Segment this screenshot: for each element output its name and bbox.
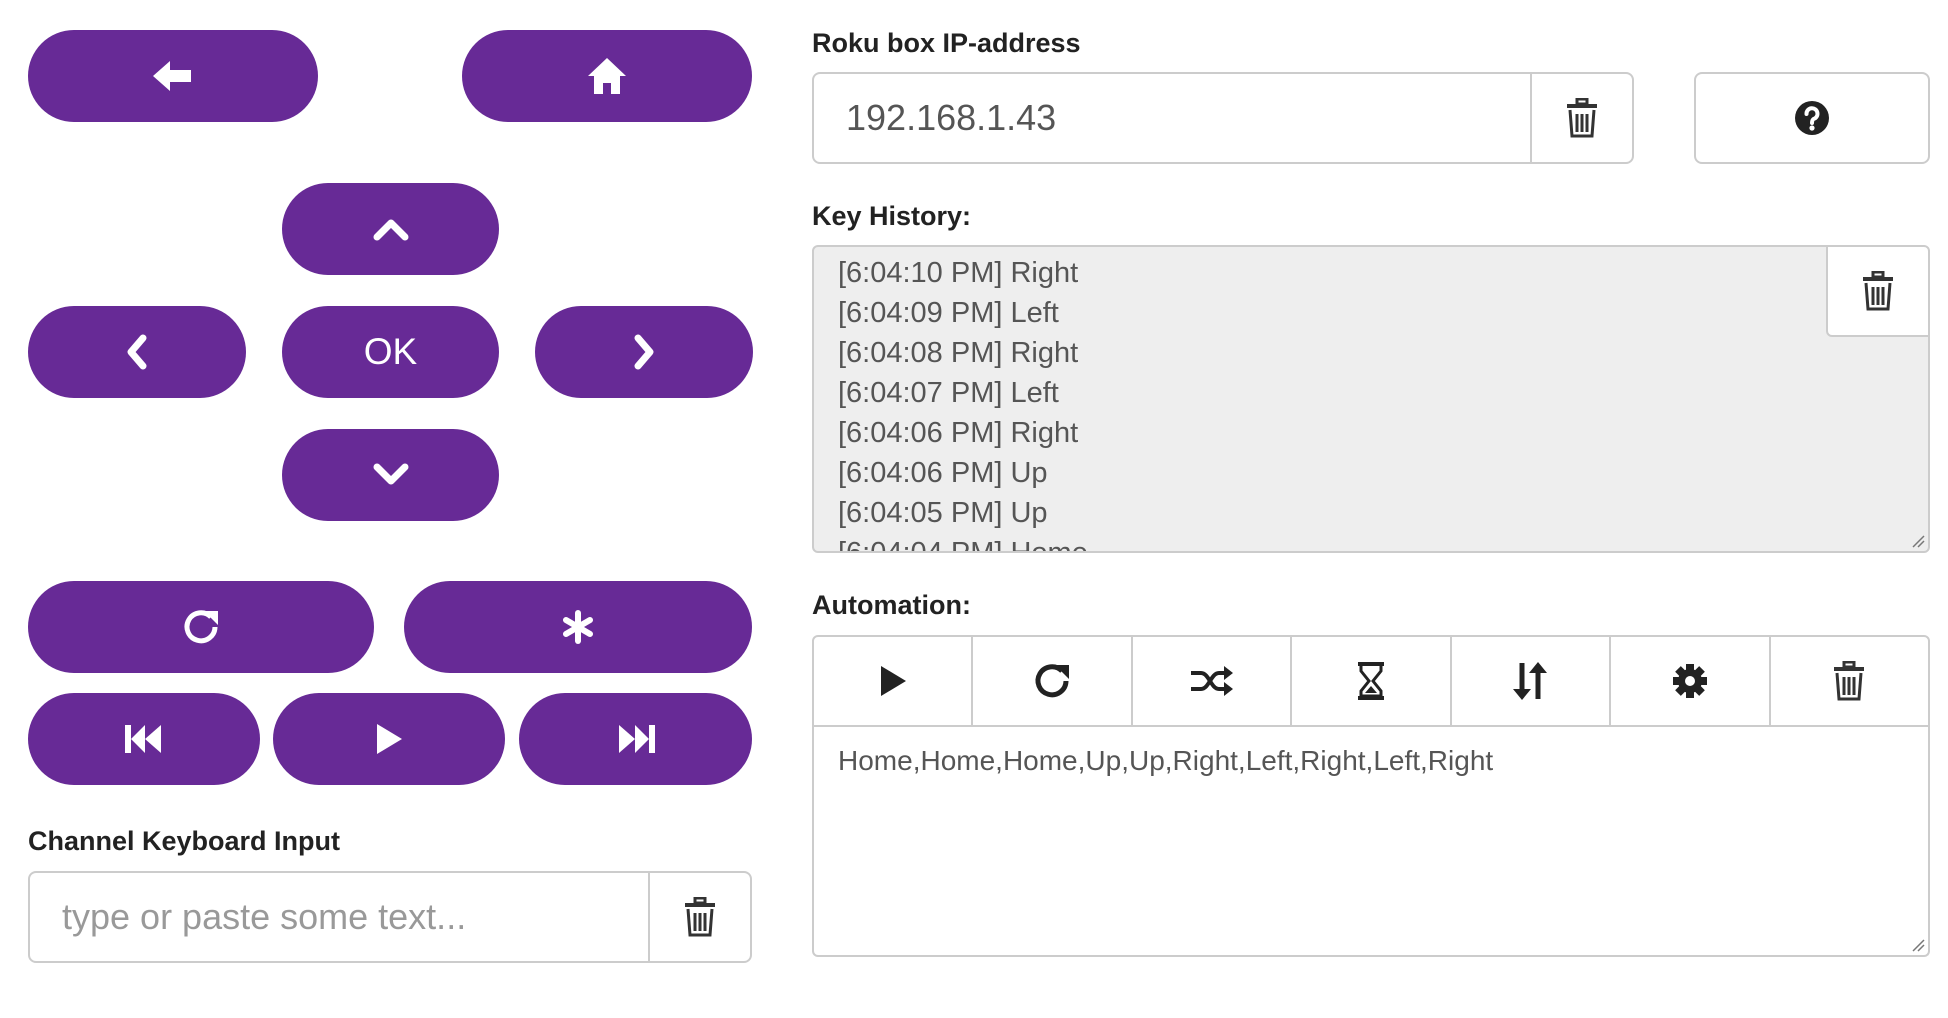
ok-button[interactable]: OK <box>282 306 499 398</box>
automation-delay-button[interactable] <box>1292 637 1452 725</box>
ip-input-group: 192.168.1.43 <box>812 72 1634 164</box>
history-list: [6:04:10 PM] Right [6:04:09 PM] Left [6:… <box>838 253 1088 553</box>
automation-script-text: Home,Home,Home,Up,Up,Right,Left,Right,Le… <box>838 745 1494 776</box>
play-icon <box>880 666 906 696</box>
home-icon <box>588 58 626 94</box>
trash-icon <box>1863 271 1893 311</box>
refresh-icon <box>1035 664 1070 698</box>
chevron-right-icon <box>634 334 654 370</box>
arrow-left-icon <box>153 61 191 91</box>
options-button[interactable] <box>404 581 752 673</box>
keyboard-input-group: type or paste some text... <box>28 871 752 963</box>
history-label: Key History: <box>812 201 972 231</box>
help-button[interactable] <box>1694 72 1930 164</box>
play-icon <box>377 724 402 754</box>
trash-icon <box>1567 98 1597 138</box>
keyboard-input-label: Channel Keyboard Input <box>28 826 341 856</box>
refresh-icon <box>184 610 218 644</box>
automation-toolbar <box>812 635 1930 727</box>
replay-button[interactable] <box>28 581 374 673</box>
automation-label: Automation: <box>812 590 971 620</box>
left-button[interactable] <box>28 306 246 398</box>
sort-icon <box>1513 662 1548 700</box>
trash-icon <box>685 897 715 937</box>
automation-play-button[interactable] <box>814 637 974 725</box>
history-entry: [6:04:09 PM] Left <box>838 297 1059 329</box>
keyboard-input[interactable]: type or paste some text... <box>62 873 682 961</box>
keyboard-clear-button[interactable] <box>648 873 750 961</box>
right-button[interactable] <box>535 306 753 398</box>
rewind-button[interactable] <box>28 693 260 785</box>
ip-label: Roku box IP-address <box>812 28 1081 58</box>
chevron-up-icon <box>373 219 408 241</box>
resize-handle-icon[interactable] <box>1911 938 1925 952</box>
ip-input[interactable]: 192.168.1.43 <box>846 74 1546 162</box>
fast-forward-icon <box>618 725 655 753</box>
history-entry: [6:04:05 PM] Up <box>838 497 1048 529</box>
resize-handle-icon[interactable] <box>1911 534 1925 548</box>
history-entry: [6:04:10 PM] Right <box>838 257 1079 289</box>
asterisk-icon <box>563 610 593 644</box>
automation-script-textarea[interactable]: Home,Home,Home,Up,Up,Right,Left,Right,Le… <box>812 727 1930 957</box>
history-clear-button[interactable] <box>1826 247 1928 337</box>
automation-shuffle-button[interactable] <box>1133 637 1293 725</box>
ok-label: OK <box>363 331 418 372</box>
automation-repeat-button[interactable] <box>973 637 1133 725</box>
down-button[interactable] <box>282 429 499 521</box>
automation-settings-button[interactable] <box>1611 637 1771 725</box>
ip-clear-button[interactable] <box>1530 74 1632 162</box>
history-entry: [6:04:04 PM] Home <box>838 537 1088 553</box>
play-pause-button[interactable] <box>273 693 505 785</box>
automation-clear-button[interactable] <box>1771 637 1928 725</box>
history-entry: [6:04:06 PM] Up <box>838 457 1048 489</box>
rewind-icon <box>125 725 161 753</box>
key-history-box[interactable]: [6:04:10 PM] Right [6:04:09 PM] Left [6:… <box>812 245 1930 553</box>
back-button[interactable] <box>28 30 318 122</box>
trash-icon <box>1834 661 1865 701</box>
shuffle-icon <box>1190 666 1233 696</box>
chevron-left-icon <box>127 334 147 370</box>
home-button[interactable] <box>462 30 752 122</box>
history-entry: [6:04:06 PM] Right <box>838 417 1079 449</box>
hourglass-icon <box>1357 662 1384 700</box>
gear-icon <box>1672 664 1707 698</box>
forward-button[interactable] <box>519 693 752 785</box>
automation-sort-button[interactable] <box>1452 637 1612 725</box>
history-entry: [6:04:07 PM] Left <box>838 377 1059 409</box>
chevron-down-icon <box>373 463 408 485</box>
history-entry: [6:04:08 PM] Right <box>838 337 1079 369</box>
question-circle-icon <box>1795 101 1829 135</box>
up-button[interactable] <box>282 183 499 275</box>
